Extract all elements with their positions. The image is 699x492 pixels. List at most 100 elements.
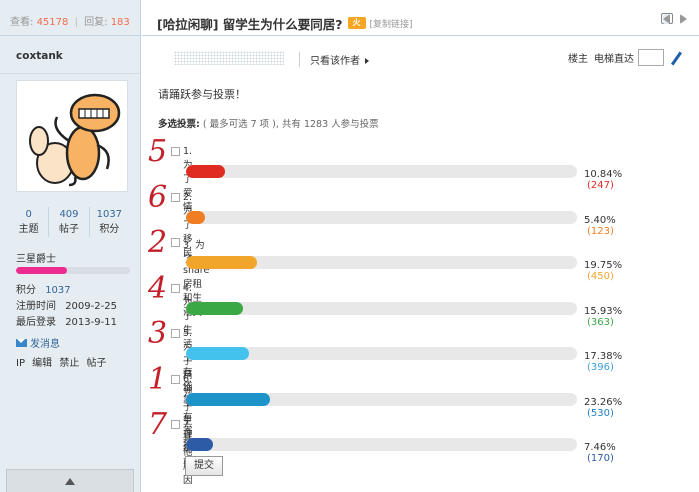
user-count-value: 409 [59,209,79,220]
option-percent: 10.84% [584,169,623,180]
user-counts: 0 主题 409 帖子 1037 积分 [9,207,129,237]
user-info: 积分 1037 注册时间 2009-2-25 最后登录 2013-9-11 [16,283,117,331]
stats-separator: | [74,17,78,28]
option-count: (530) [587,407,614,419]
option-checkbox[interactable] [171,420,180,429]
option-bar-track [186,165,577,178]
option-result: 5.40%(123) [584,215,616,237]
submit-button[interactable]: 提交 [185,456,223,476]
send-message-link[interactable]: 发消息 [16,335,60,350]
last-login-label: 最后登录 [16,317,56,328]
handwritten-number: 3 [148,316,168,351]
author-sidebar: 查看: 45178 | 回复: 183 coxtank 0 主题 409 帖子 … [0,0,141,492]
registered-value: 2009-2-25 [65,301,117,312]
rank-progress-bar [16,267,130,274]
handwritten-number: 5 [148,134,168,169]
option-checkbox[interactable] [171,147,180,156]
option-bar [186,210,206,224]
last-login-row: 最后登录 2013-9-11 [16,315,117,331]
user-count-label: 主题 [18,224,39,235]
user-count-value: 0 [25,209,32,220]
prev-icon[interactable] [663,14,670,24]
poll-type: 多选投票: [158,119,200,130]
option-bar-track [186,438,577,451]
option-bar-track [186,347,577,360]
author-name[interactable]: coxtank [0,36,140,74]
avatar[interactable] [16,80,128,192]
wrench-icon[interactable] [669,51,683,65]
jump-label: 电梯直达 [594,54,634,65]
post-main: [哈拉闲聊] 留学生为什么要同居? 火 [复制链接] 只看该作者 楼主 电梯直达… [142,0,699,492]
post-toolbar: 只看该作者 楼主 电梯直达 [142,37,699,77]
only-author-link[interactable]: 只看该作者 [299,52,369,67]
option-checkbox[interactable] [171,192,180,202]
points-value: 1037 [45,285,71,296]
option-percent: 23.26% [584,396,623,408]
option-percent: 15.93% [584,305,623,317]
user-count-posts[interactable]: 409 帖子 [48,207,88,237]
thread-stats: 查看: 45178 | 回复: 183 [0,0,140,36]
option-percent: 19.75% [584,260,623,271]
ban-link[interactable]: 禁止 [59,358,79,369]
send-message-label: 发消息 [30,339,60,350]
handwritten-number: 6 [148,179,168,215]
title-actions [656,13,687,24]
user-rank: 三星爵士 [16,254,56,265]
option-result: 7.46%(170) [584,442,616,464]
option-count: (396) [587,362,614,373]
ip-link[interactable]: IP [16,358,25,369]
option-bar-track [186,392,577,406]
option-count: (247) [587,180,614,191]
option-bar [186,392,270,406]
copy-link[interactable]: [复制链接] [370,17,413,30]
scroll-top-button[interactable] [6,469,134,492]
dotted-placeholder [174,51,284,65]
option-checkbox[interactable] [171,329,180,338]
views-label: 查看: [10,17,34,28]
jump-input[interactable] [638,49,664,66]
floor-jump: 楼主 电梯直达 [568,49,683,66]
option-count: (170) [587,453,614,464]
points-row: 积分 1037 [16,283,117,299]
poll-meta: 多选投票: ( 最多可选 7 项 ), 共有 1283 人参与投票 [158,116,379,130]
option-bar-track [186,210,577,224]
option-checkbox[interactable] [171,374,180,384]
handwritten-number: 7 [148,407,168,442]
handwritten-number: 2 [148,225,168,260]
registered-row: 注册时间 2009-2-25 [16,299,117,315]
replies-count: 183 [110,17,130,28]
posts-link[interactable]: 帖子 [87,358,107,369]
option-bar [186,301,244,315]
poll-heading: 请踊跃参与投票！ [158,88,246,101]
thread-title-row: [哈拉闲聊] 留学生为什么要同居? 火 [复制链接] [142,0,699,36]
option-count: (363) [587,316,614,328]
rank-progress-fill [16,267,68,274]
option-count: (450) [587,271,614,282]
replies-label: 回复: [84,17,108,28]
user-count-points[interactable]: 1037 积分 [88,207,129,237]
option-checkbox[interactable] [171,283,180,293]
edit-link[interactable]: 编辑 [32,358,52,369]
poll-meta-text: ( 最多可选 7 项 ), 共有 1283 人参与投票 [202,119,379,130]
option-checkbox[interactable] [171,238,180,247]
avatar-cartoon-icon [29,93,121,187]
option-bar-track [186,256,577,269]
option-percent: 5.40% [584,214,616,226]
option-percent: 17.38% [584,351,623,362]
registered-label: 注册时间 [16,301,56,312]
option-count: (123) [587,225,614,237]
option-result: 15.93%(363) [584,306,622,328]
mail-icon [16,338,27,347]
option-bar [186,256,258,269]
user-count-label: 帖子 [58,224,79,235]
user-count-topics[interactable]: 0 主题 [9,207,48,237]
views-count: 45178 [36,17,69,28]
option-percent: 7.46% [584,442,616,453]
admin-actions: IP 编辑 禁止 帖子 [16,354,107,369]
option-bar [186,347,249,360]
option-bar-track [186,301,577,315]
option-result: 19.75%(450) [584,260,622,282]
option-result: 10.84%(247) [584,169,622,191]
next-icon[interactable] [680,14,687,24]
handwritten-number: 1 [148,361,168,397]
